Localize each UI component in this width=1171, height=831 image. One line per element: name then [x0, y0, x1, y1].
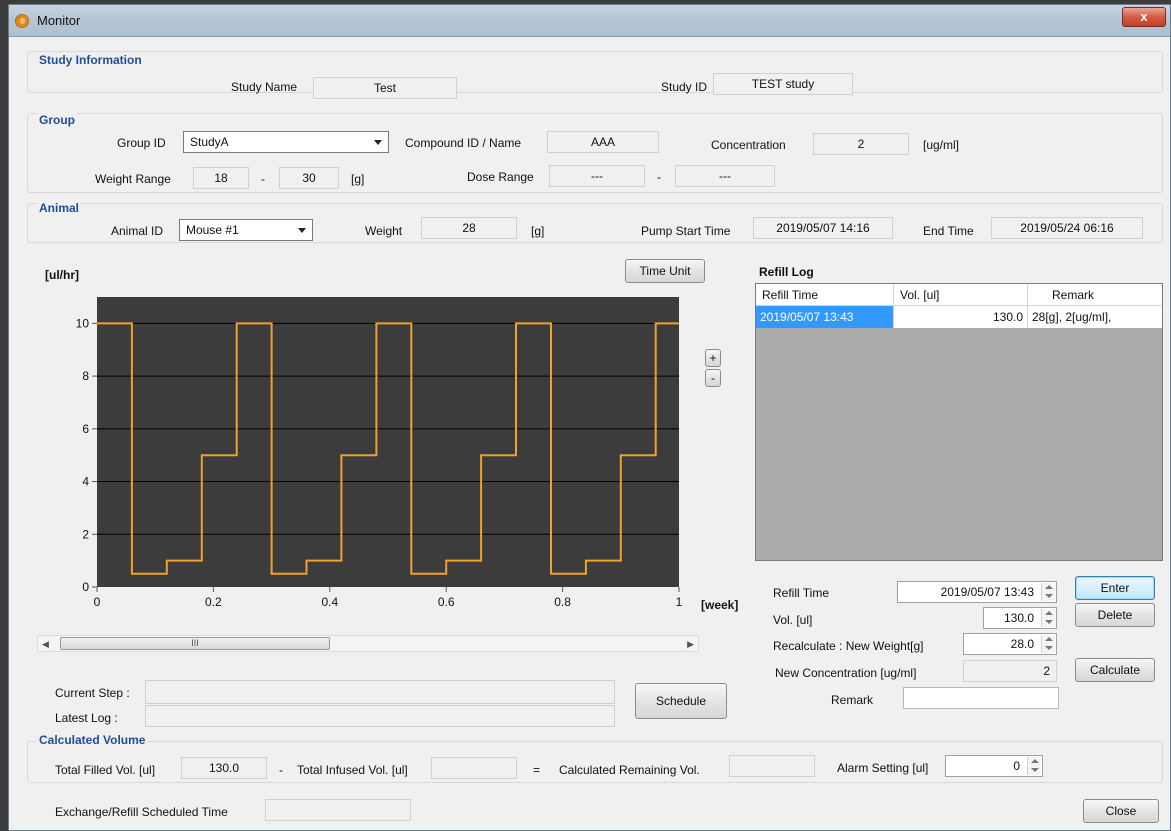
monitor-window: Monitor x Study Information Study Name T…: [8, 4, 1171, 831]
y-tick-label: 6: [82, 422, 89, 436]
x-tick-label: 1: [676, 595, 683, 609]
equals-sign: =: [533, 763, 541, 777]
time-unit-button[interactable]: Time Unit: [625, 259, 705, 283]
end-time-value: 2019/05/24 06:16: [991, 217, 1143, 239]
spinner-icon[interactable]: [1041, 635, 1055, 653]
calculate-button[interactable]: Calculate: [1075, 658, 1155, 682]
row-remark: 28[g], 2[ug/ml],: [1032, 310, 1112, 324]
scheduled-time-value: [265, 799, 411, 821]
x-tick-label: 0.4: [321, 595, 338, 609]
schedule-button[interactable]: Schedule: [635, 683, 727, 719]
close-window-button[interactable]: x: [1122, 7, 1166, 27]
y-tick-label: 0: [82, 580, 89, 594]
vol-label: Vol. [ul]: [773, 613, 813, 627]
window-title: Monitor: [37, 13, 81, 28]
pump-start-value: 2019/05/07 14:16: [753, 217, 893, 239]
refill-log-table[interactable]: Refill Time Vol. [ul] Remark 2019/05/07 …: [755, 283, 1163, 561]
remaining-label: Calculated Remaining Vol.: [559, 763, 700, 777]
spinner-icon[interactable]: [1041, 583, 1055, 601]
row-vol: 130.0: [894, 306, 1028, 328]
total-infused-value: [431, 757, 517, 779]
concentration-value: 2: [813, 133, 909, 155]
x-tick-label: 0: [94, 595, 101, 609]
table-row[interactable]: 2019/05/07 13:43 130.0 28[g], 2[ug/ml],: [756, 306, 1162, 328]
refill-time-input[interactable]: 2019/05/07 13:43: [897, 581, 1057, 603]
latest-log-label: Latest Log :: [55, 711, 118, 725]
y-tick-label: 10: [76, 316, 90, 330]
remaining-value: [729, 755, 815, 777]
end-time-label: End Time: [923, 224, 974, 238]
y-tick-label: 2: [82, 527, 89, 541]
total-filled-value: 130.0: [181, 757, 267, 779]
row-refill-time: 2019/05/07 13:43: [756, 306, 894, 328]
col-remark[interactable]: Remark: [1028, 284, 1162, 306]
x-tick-label: 0.8: [554, 595, 571, 609]
minus-sign: -: [279, 763, 283, 777]
scroll-thumb[interactable]: III: [60, 637, 330, 650]
spinner-icon[interactable]: [1027, 757, 1041, 775]
alarm-setting-label: Alarm Setting [ul]: [837, 761, 929, 775]
x-tick-label: 0.2: [205, 595, 222, 609]
remark-label: Remark: [831, 693, 874, 707]
calculated-volume-title: Calculated Volume: [37, 733, 148, 747]
title-bar[interactable]: Monitor x: [9, 5, 1170, 37]
col-vol[interactable]: Vol. [ul]: [894, 284, 1028, 306]
current-step-value: [145, 680, 615, 704]
alarm-setting-text: 0: [1013, 759, 1020, 773]
latest-log-value: [145, 705, 615, 727]
alarm-setting-input[interactable]: 0: [945, 755, 1043, 777]
close-button[interactable]: Close: [1083, 799, 1159, 823]
new-conc-label: New Concentration [ug/ml]: [775, 666, 917, 680]
refill-time-text: 2019/05/07 13:43: [940, 585, 1034, 599]
client-area: Study Information Study Name Test Study …: [17, 43, 1163, 825]
col-refill-time[interactable]: Refill Time: [756, 284, 894, 306]
refill-time-label: Refill Time: [773, 586, 830, 600]
zoom-in-button[interactable]: +: [705, 349, 721, 367]
concentration-unit: [ug/ml]: [923, 138, 960, 152]
y-tick-label: 8: [82, 369, 89, 383]
scroll-right-icon[interactable]: ▶: [687, 639, 694, 650]
recalc-label: Recalculate : New Weight[g]: [773, 639, 924, 653]
vol-text: 130.0: [1003, 611, 1034, 625]
zoom-out-button[interactable]: -: [705, 369, 721, 387]
scroll-left-icon[interactable]: ◀: [42, 639, 49, 650]
enter-button[interactable]: Enter: [1075, 576, 1155, 600]
new-conc-value: 2: [963, 660, 1057, 682]
x-axis-label: [week]: [701, 598, 738, 612]
x-tick-label: 0.6: [438, 595, 455, 609]
app-icon: [15, 14, 29, 28]
chart-horizontal-scrollbar[interactable]: ◀ III ▶: [37, 635, 699, 652]
flow-rate-chart: 0 2 4 6 8 10 0 0.2 0.4 0.6 0.8 1 [ul/hr] [week]: [45, 268, 738, 612]
y-axis-label: [ul/hr]: [45, 268, 79, 282]
new-weight-text: 28.0: [1010, 637, 1034, 651]
remark-input[interactable]: [903, 687, 1059, 709]
refill-log-title: Refill Log: [759, 265, 814, 279]
current-step-label: Current Step :: [55, 686, 130, 700]
total-infused-label: Total Infused Vol. [ul]: [297, 763, 408, 777]
plot-area: [97, 297, 679, 587]
delete-button[interactable]: Delete: [1075, 603, 1155, 627]
total-filled-label: Total Filled Vol. [ul]: [55, 763, 156, 777]
new-weight-input[interactable]: 28.0: [963, 633, 1057, 655]
scheduled-time-label: Exchange/Refill Scheduled Time: [55, 805, 228, 819]
y-tick-label: 4: [82, 475, 89, 489]
spinner-icon[interactable]: [1041, 609, 1055, 627]
refill-log-header: Refill Time Vol. [ul] Remark: [756, 284, 1162, 306]
vol-input[interactable]: 130.0: [983, 607, 1057, 629]
